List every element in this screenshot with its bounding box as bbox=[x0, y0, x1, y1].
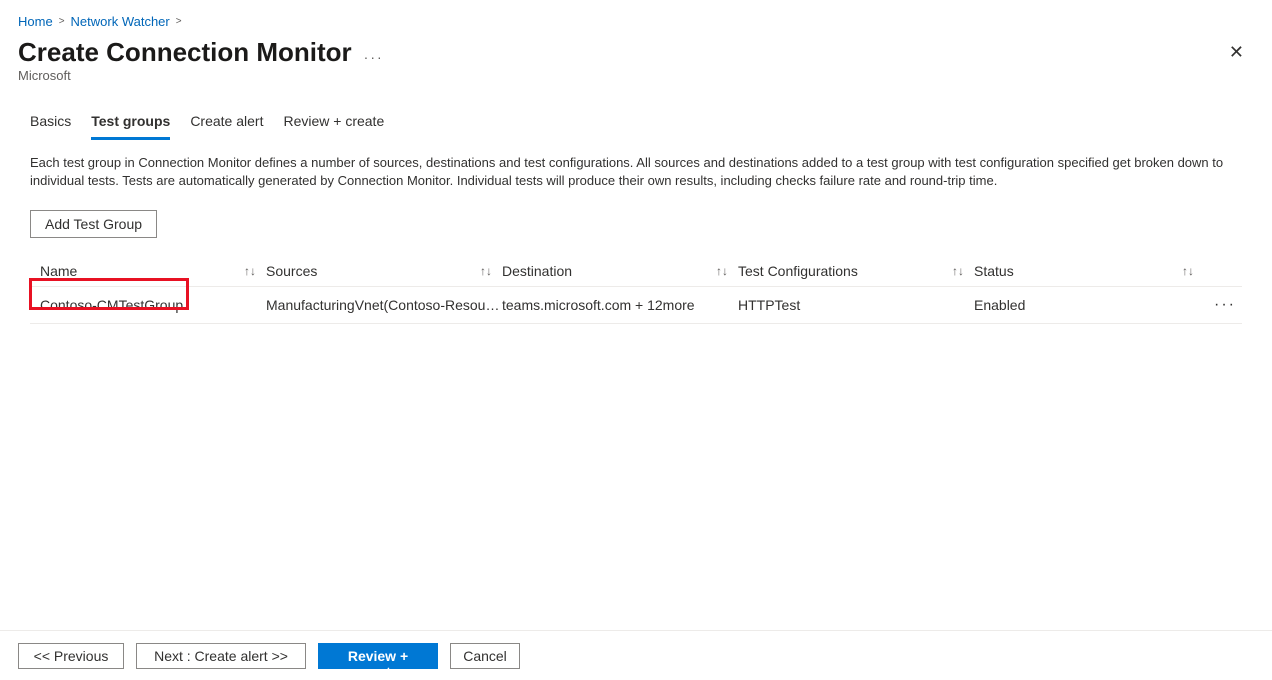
cell-test-config: HTTPTest bbox=[738, 297, 974, 313]
header-label: Status bbox=[974, 263, 1014, 279]
column-header-test-config[interactable]: Test Configurations ↑↓ bbox=[738, 263, 974, 279]
column-header-destination[interactable]: Destination ↑↓ bbox=[502, 263, 738, 279]
column-header-name[interactable]: Name ↑↓ bbox=[30, 263, 266, 279]
tab-basics[interactable]: Basics bbox=[30, 107, 71, 140]
column-header-sources[interactable]: Sources ↑↓ bbox=[266, 263, 502, 279]
breadcrumb-network-watcher[interactable]: Network Watcher bbox=[71, 14, 170, 29]
sort-icon[interactable]: ↑↓ bbox=[1182, 264, 1194, 278]
previous-button[interactable]: << Previous bbox=[18, 643, 124, 669]
cell-actions: ··· bbox=[1204, 296, 1242, 314]
breadcrumb: Home > Network Watcher > bbox=[0, 0, 1272, 33]
cell-sources: ManufacturingVnet(Contoso-Resourc… bbox=[266, 297, 502, 313]
tab-review-create[interactable]: Review + create bbox=[283, 107, 384, 140]
cell-status: Enabled bbox=[974, 297, 1204, 313]
row-more-icon[interactable]: ··· bbox=[1214, 296, 1236, 313]
wizard-footer: << Previous Next : Create alert >> Revie… bbox=[0, 630, 1272, 680]
cancel-button[interactable]: Cancel bbox=[450, 643, 520, 669]
tab-description: Each test group in Connection Monitor de… bbox=[0, 140, 1272, 198]
header-label: Sources bbox=[266, 263, 317, 279]
add-test-group-button[interactable]: Add Test Group bbox=[30, 210, 157, 238]
sort-icon[interactable]: ↑↓ bbox=[480, 264, 492, 278]
header-label: Destination bbox=[502, 263, 572, 279]
chevron-right-icon: > bbox=[176, 16, 182, 27]
sort-icon[interactable]: ↑↓ bbox=[244, 264, 256, 278]
review-create-button[interactable]: Review + create bbox=[318, 643, 438, 669]
page-subtitle: Microsoft bbox=[0, 68, 1272, 91]
header-label: Test Configurations bbox=[738, 263, 858, 279]
column-header-actions bbox=[1204, 263, 1242, 279]
tab-create-alert[interactable]: Create alert bbox=[190, 107, 263, 140]
chevron-right-icon: > bbox=[59, 16, 65, 27]
next-button[interactable]: Next : Create alert >> bbox=[136, 643, 306, 669]
table-row[interactable]: Contoso-CMTestGroup ManufacturingVnet(Co… bbox=[30, 287, 1242, 324]
more-icon[interactable]: ··· bbox=[364, 49, 384, 65]
tab-test-groups[interactable]: Test groups bbox=[91, 107, 170, 140]
column-header-status[interactable]: Status ↑↓ bbox=[974, 263, 1204, 279]
tabs: Basics Test groups Create alert Review +… bbox=[0, 91, 1272, 140]
header-label: Name bbox=[40, 263, 77, 279]
cell-name: Contoso-CMTestGroup bbox=[30, 297, 266, 313]
page-title: Create Connection Monitor bbox=[18, 37, 352, 68]
table-header-row: Name ↑↓ Sources ↑↓ Destination ↑↓ Test C… bbox=[30, 256, 1242, 287]
sort-icon[interactable]: ↑↓ bbox=[952, 264, 964, 278]
breadcrumb-home[interactable]: Home bbox=[18, 14, 53, 29]
cell-destination: teams.microsoft.com + 12more bbox=[502, 297, 738, 313]
sort-icon[interactable]: ↑↓ bbox=[716, 264, 728, 278]
test-groups-table: Name ↑↓ Sources ↑↓ Destination ↑↓ Test C… bbox=[30, 256, 1242, 324]
close-icon[interactable]: ✕ bbox=[1225, 38, 1248, 67]
